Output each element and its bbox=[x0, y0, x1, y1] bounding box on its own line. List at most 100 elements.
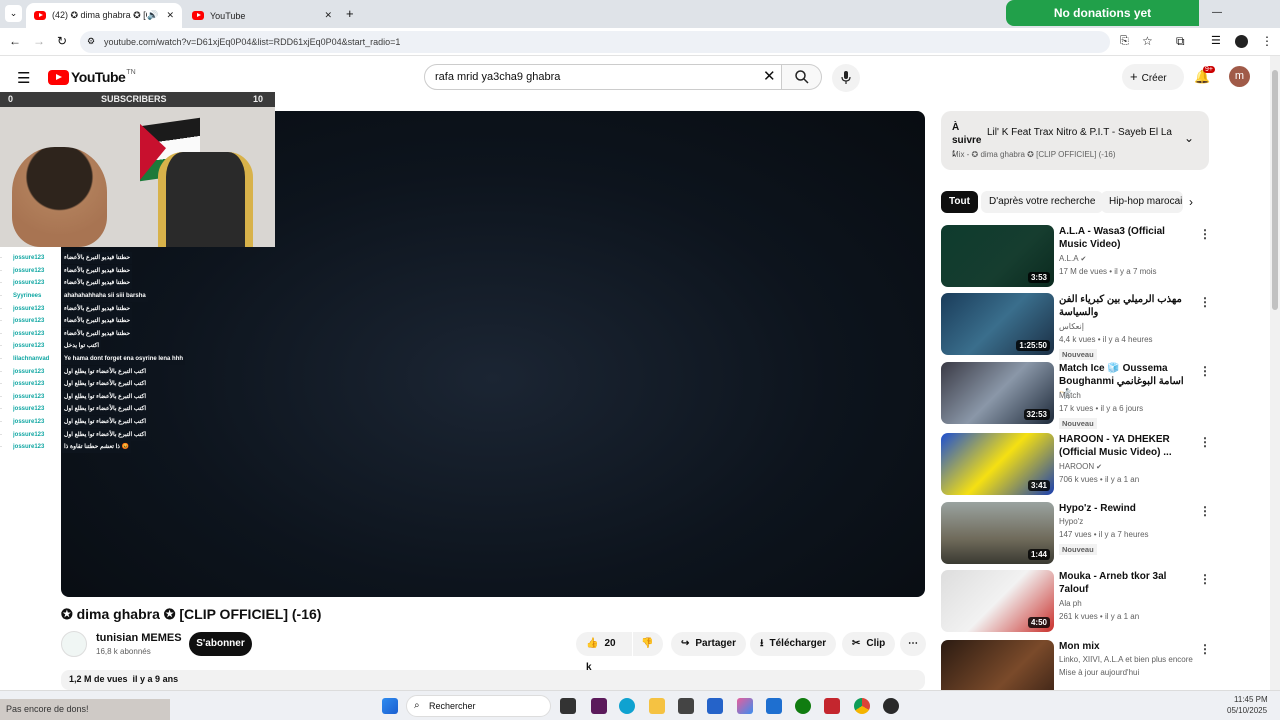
video-thumbnail[interactable]: 4:50 bbox=[941, 570, 1054, 632]
copilot-icon[interactable] bbox=[737, 698, 753, 714]
address-bar[interactable]: youtube.com/watch?v=D61xjEq0P04&list=RDD… bbox=[80, 31, 1110, 53]
reload-icon[interactable]: ↻ bbox=[57, 34, 67, 48]
recommendation-title[interactable]: Mouka - Arneb tkor 3al 7alouf bbox=[1059, 570, 1195, 596]
edge-icon[interactable] bbox=[619, 698, 635, 714]
chat-message: · jossure123 حطتنا فيديو التبرع بالأعضاء bbox=[0, 277, 200, 290]
video-thumbnail[interactable]: 1:25:50 bbox=[941, 293, 1054, 355]
extensions-icon[interactable]: ⧉ bbox=[1176, 34, 1185, 49]
channel-name[interactable]: tunisian MEMES bbox=[96, 632, 182, 644]
close-tab-icon[interactable]: ✕ bbox=[324, 10, 332, 21]
more-options-icon[interactable]: ⋮ bbox=[1199, 572, 1211, 586]
clear-search-icon[interactable]: ✕ bbox=[763, 67, 776, 85]
subscribe-button[interactable]: S'abonner bbox=[189, 632, 252, 656]
recommendation-channel[interactable]: Linko, XIIVI, A.L.A et bien plus encore bbox=[1059, 655, 1193, 664]
clock-date[interactable]: 05/10/2025 bbox=[1227, 706, 1267, 715]
more-options-icon[interactable]: ⋮ bbox=[1199, 364, 1211, 378]
tab-search-icon[interactable]: ☰ bbox=[1211, 34, 1221, 47]
store-icon[interactable] bbox=[766, 698, 782, 714]
hamburger-menu-icon[interactable]: ☰ bbox=[17, 69, 30, 87]
more-options-icon[interactable]: ⋮ bbox=[1199, 227, 1211, 241]
taskbar-search[interactable]: ⌕ Rechercher bbox=[406, 695, 551, 717]
search-input[interactable]: rafa mrid ya3cha9 ghabra bbox=[424, 64, 782, 90]
office-app-icon[interactable] bbox=[824, 698, 840, 714]
clock-time[interactable]: 11:45 PM bbox=[1234, 695, 1268, 704]
tab-dima-ghabra[interactable]: (42) ✪ dima ghabra ✪ [CLIP 🔊 ✕ bbox=[26, 3, 182, 28]
video-thumbnail[interactable]: 3:41 bbox=[941, 433, 1054, 495]
chat-timestamp-dot: · bbox=[0, 444, 2, 451]
more-options-icon[interactable]: ⋮ bbox=[1199, 295, 1211, 309]
notifications-button[interactable]: 🔔 9+ bbox=[1194, 66, 1215, 85]
recommendation-card[interactable]: 3:53 A.L.A - Wasa3 (Official Music Video)… bbox=[941, 225, 1211, 289]
recommendation-title[interactable]: A.L.A - Wasa3 (Official Music Video) bbox=[1059, 225, 1195, 251]
search-button[interactable] bbox=[782, 64, 822, 90]
chat-timestamp-dot: · bbox=[0, 293, 2, 300]
clip-button[interactable]: ✂ Clip bbox=[842, 632, 896, 656]
install-app-icon[interactable]: ⎘ bbox=[1120, 35, 1129, 48]
tab-list-dropdown[interactable]: ⌄ bbox=[5, 5, 22, 22]
bookmark-star-icon[interactable]: ☆ bbox=[1142, 34, 1153, 48]
scrollbar-thumb[interactable] bbox=[1272, 70, 1278, 310]
site-info-icon[interactable]: ⚙ bbox=[87, 36, 95, 47]
windows-start-icon[interactable] bbox=[382, 698, 398, 714]
download-label: Télécharger bbox=[769, 638, 827, 649]
recommendation-channel[interactable]: Hypo'z bbox=[1059, 517, 1083, 526]
recommendation-title[interactable]: Mon mix bbox=[1059, 640, 1195, 653]
recommendation-title[interactable]: HAROON - YA DHEKER (Official Music Video… bbox=[1059, 433, 1195, 459]
recommendation-channel[interactable]: HAROON ✔ bbox=[1059, 462, 1102, 471]
chat-username: jossure123 bbox=[13, 368, 45, 375]
more-actions-button[interactable]: ⋯ bbox=[900, 632, 926, 656]
recommendation-card[interactable]: 3:41 HAROON - YA DHEKER (Official Music V… bbox=[941, 433, 1211, 497]
voice-search-button[interactable] bbox=[832, 64, 860, 92]
webcam-overlay: 0 SUBSCRIBERS 10 bbox=[0, 92, 275, 247]
more-options-icon[interactable]: ⋮ bbox=[1199, 642, 1211, 656]
xbox-icon[interactable] bbox=[795, 698, 811, 714]
up-next-panel[interactable]: À suivre : Lil' K Feat Trax Nitro & P.I.… bbox=[941, 111, 1209, 170]
video-thumbnail[interactable]: 32:53 bbox=[941, 362, 1054, 424]
close-tab-icon[interactable]: ✕ bbox=[166, 10, 174, 21]
recommendation-title[interactable]: مهذب الرميلي بين كبرياء الفن والسياسة bbox=[1059, 293, 1195, 319]
create-button[interactable]: + Créer bbox=[1122, 64, 1184, 90]
dislike-button[interactable]: 👎 bbox=[633, 632, 663, 656]
chevron-down-icon[interactable]: ⌄ bbox=[1184, 131, 1194, 145]
recommendation-channel[interactable]: A.L.A ✔ bbox=[1059, 254, 1086, 263]
task-view-icon[interactable] bbox=[560, 698, 576, 714]
minimize-icon[interactable]: — bbox=[1212, 7, 1222, 18]
download-button[interactable]: ⭳ Télécharger bbox=[750, 632, 837, 656]
recommendation-channel[interactable]: إنعكاس bbox=[1059, 322, 1084, 331]
share-button[interactable]: ↪ Partager bbox=[671, 632, 746, 656]
obs-icon[interactable] bbox=[883, 698, 899, 714]
recommendation-channel[interactable]: Match bbox=[1059, 391, 1081, 400]
video-thumbnail[interactable]: 1:44 bbox=[941, 502, 1054, 564]
page-scrollbar[interactable] bbox=[1270, 56, 1280, 690]
like-button[interactable]: 👍 20 k bbox=[576, 632, 632, 673]
code-editor-icon[interactable] bbox=[707, 698, 723, 714]
recommendation-card[interactable]: 4:50 Mouka - Arneb tkor 3al 7alouf Ala ph 2… bbox=[941, 570, 1211, 634]
recommendation-title[interactable]: Hypo'z - Rewind bbox=[1059, 502, 1195, 515]
youtube-logo[interactable]: YouTube TN bbox=[48, 69, 136, 85]
chat-text: ahahahahhaha sii siii barsha bbox=[62, 290, 148, 303]
recommendation-card[interactable]: 1:25:50 مهذب الرميلي بين كبرياء الفن والس… bbox=[941, 293, 1211, 360]
chip-all[interactable]: Tout bbox=[941, 191, 978, 213]
media-app-icon[interactable] bbox=[591, 698, 607, 714]
video-thumbnail[interactable]: 3:53 bbox=[941, 225, 1054, 287]
forward-icon[interactable]: → bbox=[33, 34, 45, 48]
more-options-icon[interactable]: ⋮ bbox=[1199, 435, 1211, 449]
back-icon[interactable]: ← bbox=[9, 34, 21, 48]
browser-menu-icon[interactable]: ⋮ bbox=[1261, 34, 1273, 48]
profile-icon[interactable] bbox=[1235, 35, 1248, 48]
chrome-icon[interactable] bbox=[854, 698, 870, 714]
tab-youtube[interactable]: YouTube ✕ bbox=[184, 3, 340, 28]
new-tab-button[interactable]: + bbox=[346, 6, 354, 21]
cube-app-icon[interactable] bbox=[678, 698, 694, 714]
channel-avatar[interactable] bbox=[61, 631, 87, 657]
more-options-icon[interactable]: ⋮ bbox=[1199, 504, 1211, 518]
recommendation-card[interactable]: 32:53 Match Ice 🧊 Oussema Boughanmi اسامة… bbox=[941, 362, 1211, 429]
chevron-right-icon[interactable]: › bbox=[1189, 195, 1193, 209]
recommendation-card[interactable]: 1:44 Hypo'z - Rewind Hypo'z 147 vues • il y… bbox=[941, 502, 1211, 566]
recommendation-channel[interactable]: Ala ph bbox=[1059, 599, 1082, 608]
description-box[interactable]: 1,2 M de vues il y a 9 ans bbox=[61, 670, 925, 690]
file-explorer-icon[interactable] bbox=[649, 698, 665, 714]
account-avatar[interactable]: m bbox=[1229, 66, 1250, 87]
chip-related-search[interactable]: D'après votre recherche bbox=[981, 191, 1104, 213]
chip-moroccan-hiphop[interactable]: Hip-hop marocain bbox=[1101, 191, 1183, 213]
